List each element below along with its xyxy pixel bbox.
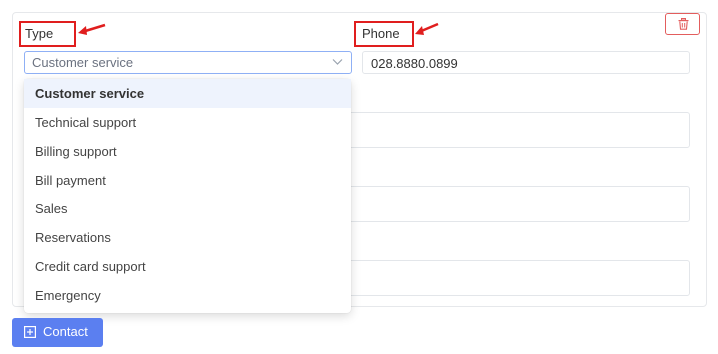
phone-input[interactable]: 028.8880.0899 xyxy=(362,51,690,74)
chevron-down-icon xyxy=(332,59,343,65)
dropdown-option[interactable]: Emergency xyxy=(24,281,351,310)
phone-label-highlight xyxy=(354,21,414,47)
dropdown-option[interactable]: Credit card support xyxy=(24,252,351,281)
text-input[interactable] xyxy=(345,260,690,296)
phone-annotation-arrow-icon xyxy=(415,22,439,35)
dropdown-option[interactable]: Billing support xyxy=(24,137,351,166)
dropdown-option[interactable]: Reservations xyxy=(24,223,351,252)
type-label-highlight xyxy=(19,21,76,47)
contact-button-label: Contact xyxy=(43,324,88,339)
text-input[interactable] xyxy=(345,186,690,222)
trash-icon xyxy=(678,18,689,30)
dropdown-option[interactable]: Customer service xyxy=(24,79,351,108)
phone-input-value: 028.8880.0899 xyxy=(371,56,458,71)
dropdown-option[interactable]: Sales xyxy=(24,194,351,223)
plus-square-icon xyxy=(24,326,36,338)
text-input[interactable] xyxy=(345,112,690,148)
type-dropdown-menu: Customer service Technical support Billi… xyxy=(24,79,351,313)
delete-contact-button[interactable] xyxy=(665,13,700,35)
dropdown-option[interactable]: Bill payment xyxy=(24,166,351,195)
type-select-value: Customer service xyxy=(32,55,134,70)
dropdown-option[interactable]: Technical support xyxy=(24,108,351,137)
add-contact-button[interactable]: Contact xyxy=(12,318,103,347)
type-annotation-arrow-icon xyxy=(78,23,106,35)
type-select[interactable]: Customer service xyxy=(24,51,352,74)
